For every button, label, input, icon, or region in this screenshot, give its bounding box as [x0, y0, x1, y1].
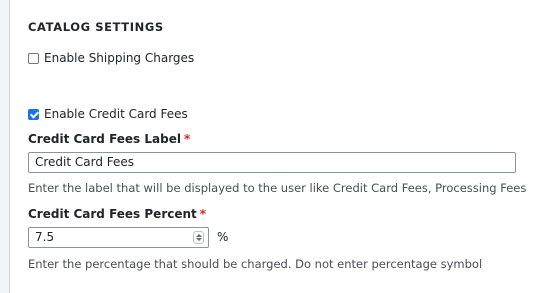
number-spinner-icon[interactable]	[193, 231, 204, 244]
credit-card-fees-label-description: Enter the label that will be displayed t…	[28, 181, 527, 195]
enable-shipping-charges-checkbox[interactable]	[28, 52, 39, 64]
required-marker: *	[183, 132, 191, 146]
percent-suffix: %	[217, 230, 229, 244]
credit-card-fees-label-text: Credit Card Fees Label	[28, 132, 181, 146]
credit-card-fees-label-heading: Credit Card Fees Label *	[28, 132, 190, 146]
credit-card-fees-percent-input[interactable]: 7.5	[28, 227, 209, 248]
credit-card-fees-percent-text: Credit Card Fees Percent	[28, 207, 197, 221]
credit-card-fees-percent-value: 7.5	[35, 230, 55, 244]
required-marker: *	[199, 207, 207, 221]
enable-shipping-charges-label[interactable]: Enable Shipping Charges	[44, 51, 194, 65]
credit-card-fees-label-input[interactable]: Credit Card Fees	[28, 152, 516, 173]
enable-shipping-charges-option[interactable]: Enable Shipping Charges	[28, 51, 194, 65]
credit-card-fees-percent-description: Enter the percentage that should be char…	[28, 257, 483, 271]
enable-credit-card-fees-checkbox[interactable]	[28, 108, 39, 120]
section-title: CATALOG SETTINGS	[28, 20, 164, 34]
enable-credit-card-fees-label[interactable]: Enable Credit Card Fees	[44, 107, 188, 121]
catalog-settings-panel: CATALOG SETTINGS Enable Shipping Charges…	[9, 0, 555, 293]
enable-credit-card-fees-option[interactable]: Enable Credit Card Fees	[28, 107, 188, 121]
credit-card-fees-percent-heading: Credit Card Fees Percent *	[28, 207, 206, 221]
